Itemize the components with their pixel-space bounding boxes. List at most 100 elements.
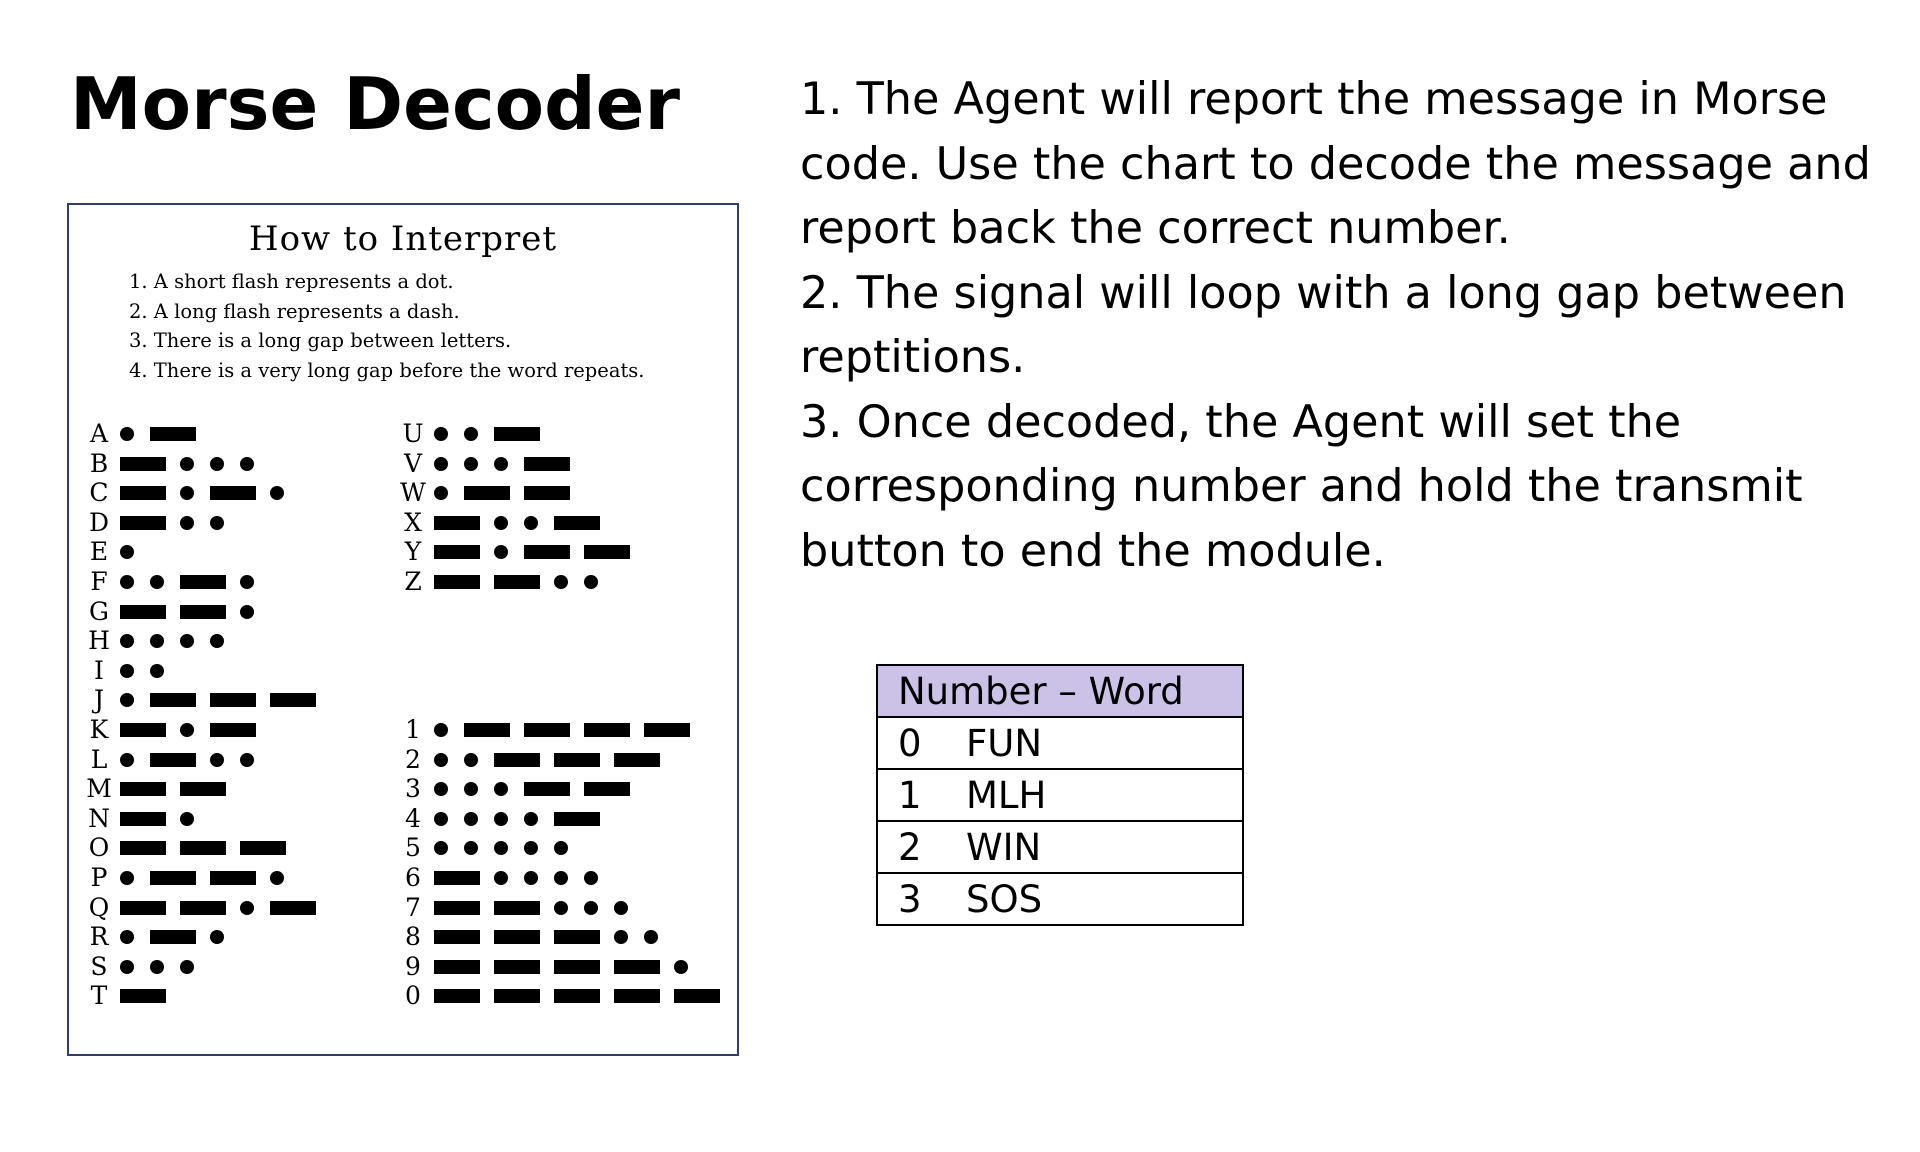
table-row: 1 MLH bbox=[876, 768, 1244, 822]
dot-symbol bbox=[434, 811, 448, 826]
dash-symbol bbox=[464, 486, 510, 501]
dot-symbol bbox=[180, 515, 194, 530]
morse-char: 7 bbox=[405, 892, 421, 922]
dot-symbol bbox=[614, 900, 628, 915]
morse-char: M bbox=[86, 774, 112, 804]
morse-char: Z bbox=[404, 567, 422, 596]
dash-symbol bbox=[584, 782, 630, 797]
dot-symbol bbox=[150, 634, 164, 649]
dot-symbol bbox=[524, 811, 538, 826]
dash-symbol bbox=[434, 545, 480, 560]
dot-symbol bbox=[554, 575, 568, 589]
morse-char: D bbox=[88, 507, 110, 537]
dash-symbol bbox=[180, 782, 226, 797]
table-row: 3 SOS bbox=[876, 872, 1244, 926]
dot-symbol bbox=[120, 693, 134, 708]
dash-symbol bbox=[524, 486, 570, 501]
row-number: 2 bbox=[898, 825, 922, 869]
dot-symbol bbox=[180, 486, 194, 501]
dot-symbol bbox=[494, 456, 508, 471]
dot-symbol bbox=[120, 752, 134, 767]
dot-symbol bbox=[494, 811, 508, 826]
morse-char: U bbox=[402, 419, 424, 448]
dot-symbol bbox=[270, 486, 284, 501]
dash-symbol bbox=[494, 575, 540, 589]
morse-char: Y bbox=[404, 537, 422, 567]
dash-symbol bbox=[524, 723, 570, 737]
morse-char: X bbox=[404, 507, 422, 537]
dash-symbol bbox=[120, 604, 166, 619]
dash-symbol bbox=[524, 456, 570, 471]
dash-symbol bbox=[614, 959, 660, 974]
morse-char: I bbox=[94, 655, 104, 685]
morse-char: 2 bbox=[405, 744, 421, 774]
dash-symbol bbox=[120, 515, 166, 530]
dash-symbol bbox=[674, 989, 720, 1004]
morse-char: G bbox=[89, 596, 109, 626]
morse-char: F bbox=[90, 567, 108, 596]
morse-char: E bbox=[89, 537, 109, 567]
dot-symbol bbox=[150, 959, 164, 974]
dot-symbol bbox=[524, 841, 538, 856]
dash-symbol bbox=[434, 515, 480, 530]
dot-symbol bbox=[120, 575, 134, 589]
dot-symbol bbox=[434, 486, 448, 501]
dash-symbol bbox=[494, 930, 540, 945]
dot-symbol bbox=[180, 723, 194, 737]
dot-symbol bbox=[464, 752, 478, 767]
dot-symbol bbox=[674, 959, 688, 974]
dash-symbol bbox=[210, 871, 256, 885]
dash-symbol bbox=[614, 989, 660, 1004]
dot-symbol bbox=[554, 841, 568, 856]
dash-symbol bbox=[494, 989, 540, 1004]
morse-char: S bbox=[90, 951, 108, 981]
dot-symbol bbox=[434, 427, 448, 441]
dash-symbol bbox=[434, 900, 480, 915]
dash-symbol bbox=[180, 841, 226, 856]
dash-symbol bbox=[240, 841, 286, 856]
instructions: 1. The Agent will report the message in … bbox=[800, 68, 1900, 584]
table-row: 0 FUN bbox=[876, 716, 1244, 770]
dot-symbol bbox=[120, 545, 134, 560]
dot-symbol bbox=[584, 900, 598, 915]
dash-symbol bbox=[120, 811, 166, 826]
dash-symbol bbox=[554, 752, 600, 767]
morse-char: L bbox=[90, 744, 108, 774]
dot-symbol bbox=[524, 515, 538, 530]
dot-symbol bbox=[210, 634, 224, 649]
dash-symbol bbox=[554, 959, 600, 974]
rule-item: 3. There is a long gap between letters. bbox=[129, 329, 512, 352]
row-number: 3 bbox=[898, 877, 922, 921]
dot-symbol bbox=[434, 752, 448, 767]
chart-heading: How to Interpret bbox=[248, 219, 558, 259]
dash-symbol bbox=[464, 723, 510, 737]
instruction-3: 3. Once decoded, the Agent will set the … bbox=[800, 396, 1803, 577]
dash-symbol bbox=[150, 871, 196, 885]
morse-char: T bbox=[90, 981, 108, 1011]
dash-symbol bbox=[524, 782, 570, 797]
dash-symbol bbox=[120, 486, 166, 501]
row-word: SOS bbox=[966, 877, 1043, 921]
dash-symbol bbox=[270, 900, 316, 915]
morse-char: H bbox=[88, 626, 110, 656]
dot-symbol bbox=[584, 871, 598, 885]
dot-symbol bbox=[584, 575, 598, 589]
dot-symbol bbox=[270, 871, 284, 885]
rule-item: 4. There is a very long gap before the w… bbox=[129, 358, 645, 382]
dash-symbol bbox=[644, 723, 690, 737]
instruction-1: 1. The Agent will report the message in … bbox=[800, 74, 1871, 254]
dash-symbol bbox=[434, 959, 480, 974]
morse-char: Q bbox=[88, 892, 110, 922]
dot-symbol bbox=[210, 515, 224, 530]
morse-char: C bbox=[89, 478, 109, 508]
dot-symbol bbox=[644, 930, 658, 945]
dot-symbol bbox=[240, 604, 254, 619]
dash-symbol bbox=[494, 752, 540, 767]
dash-symbol bbox=[614, 752, 660, 767]
dot-symbol bbox=[434, 782, 448, 797]
dash-symbol bbox=[270, 693, 316, 708]
dash-symbol bbox=[584, 723, 630, 737]
dash-symbol bbox=[120, 989, 166, 1004]
row-word: MLH bbox=[966, 773, 1047, 817]
dash-symbol bbox=[150, 693, 196, 708]
